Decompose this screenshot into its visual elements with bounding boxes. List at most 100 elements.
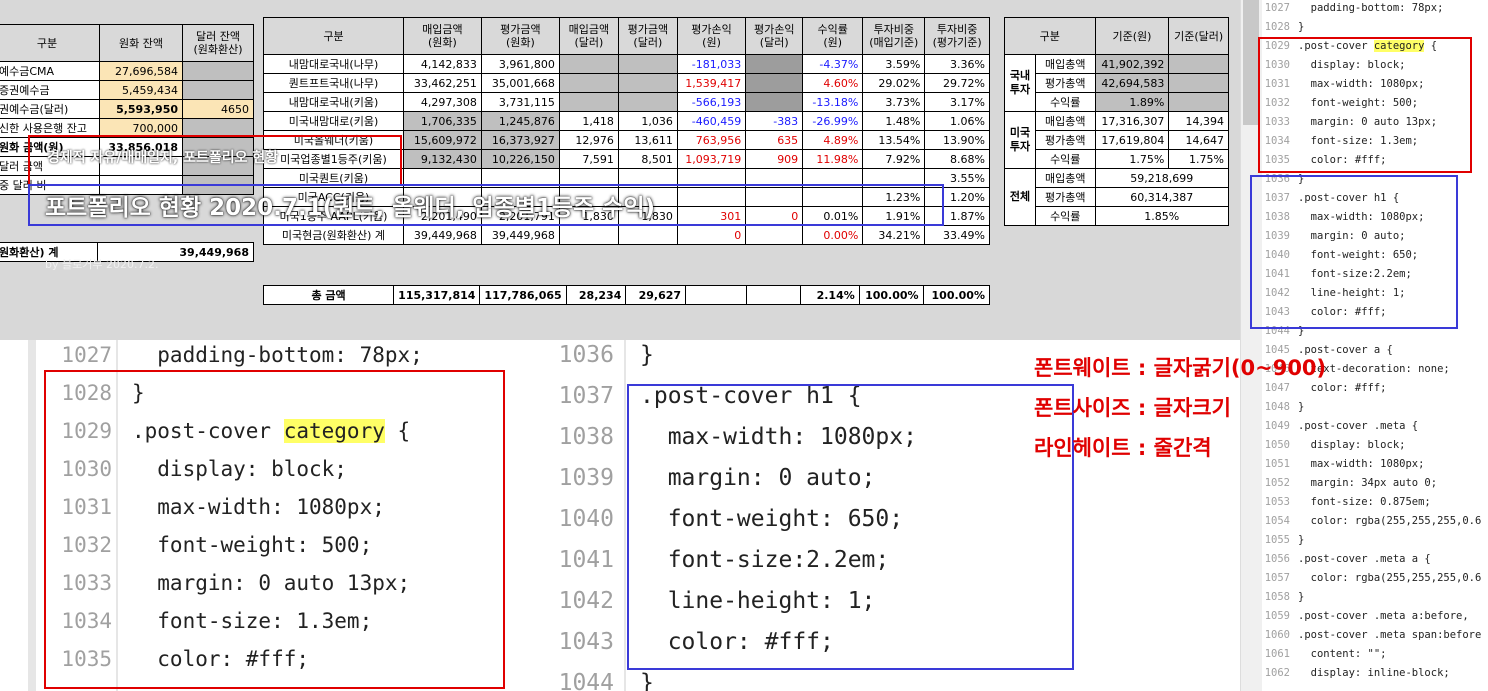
value-cell: 3.17% <box>924 92 990 112</box>
value-cell: 1.48% <box>862 111 926 131</box>
h1-code-annotation-small <box>1250 175 1458 329</box>
code-line: padding-bottom: 78px; <box>1298 2 1444 14</box>
value-cell <box>745 73 804 93</box>
group-label: 미국 투자 <box>1004 111 1036 169</box>
row-label: 미국현금(원화환산) 계 <box>263 225 404 245</box>
line-number: 1039 <box>558 465 614 491</box>
value-cell: 763,956 <box>676 130 747 150</box>
usd-value <box>1168 54 1229 74</box>
portfolio-total-table: 총 금액 115,317,814 117,786,065 28,234 29,627 2.… <box>262 285 991 305</box>
summary-table: 구분 기준(원) 기준(달러) 국내 투자 매입총액 41,902,392 평가총액 4… <box>1004 17 1230 226</box>
line-number: 1044 <box>558 670 614 691</box>
row-label: 예수금CMA <box>0 61 100 81</box>
table-row: 수익률 1.85% <box>1005 206 1230 226</box>
value-cell: 12,976 <box>558 130 619 150</box>
line-number: 1027 <box>61 343 112 367</box>
krw-balance: 5,593,950 <box>99 99 183 119</box>
row-label: 내맘대로국내(키움) <box>263 92 404 112</box>
value-cell: 4.60% <box>802 73 864 93</box>
group-label: 국내 투자 <box>1004 54 1036 112</box>
table-row: 국내 투자 매입총액 41,902,392 <box>1004 54 1229 112</box>
code-line: color: rgba(255,255,255,0.6 <box>1298 572 1482 584</box>
usd-value <box>1168 92 1229 112</box>
value-cell: 8.68% <box>924 149 990 169</box>
value-cell: 3,731,115 <box>480 92 560 112</box>
line-number: 1027 <box>1264 2 1290 14</box>
value-cell <box>558 73 619 93</box>
table-row: 평가총액 60,314,387 <box>1005 187 1230 207</box>
line-number: 1053 <box>1264 496 1290 508</box>
table-row: 수익률 1.89% <box>1005 92 1229 112</box>
code-line: margin: 34px auto 0; <box>1298 477 1438 489</box>
value-cell: 33.49% <box>924 225 990 245</box>
value-cell: -13.18% <box>802 92 864 112</box>
line-number: 1054 <box>1264 515 1290 527</box>
value-cell: 34.21% <box>862 225 926 245</box>
line-number: 1058 <box>1264 591 1290 603</box>
value-cell: 0 <box>676 225 747 245</box>
value-cell <box>558 92 619 112</box>
table-row: 증권예수금 5,459,434 <box>0 80 254 100</box>
krw-value: 1.75% <box>1094 149 1170 169</box>
post-title-text: 포트폴리오 현황 2020.7.1(퀀트, 올웨더, 업종별1등주 수익) <box>45 195 656 221</box>
line-number: 1062 <box>1264 667 1290 679</box>
group-label: 전체 <box>1004 168 1036 226</box>
total-value: 28,234 <box>565 285 627 305</box>
row-label: 매입총액 <box>1035 54 1096 74</box>
gutter-divider <box>624 340 626 691</box>
code-line: } <box>1298 591 1305 603</box>
line-number: 1055 <box>1264 534 1290 546</box>
row-label: 증권예수금 <box>0 80 100 100</box>
total-value: 2.14% <box>799 285 860 305</box>
value-cell: 1,245,876 <box>480 111 560 131</box>
header-cell: 매입금액 (달러) <box>558 17 619 55</box>
line-number: 1060 <box>1264 629 1290 641</box>
krw-value: 17,619,804 <box>1094 130 1170 150</box>
total-value: 115,317,814 <box>393 285 481 305</box>
value-cell: 3,961,800 <box>480 54 560 74</box>
line-number: 1047 <box>1264 382 1290 394</box>
row-label: 매입총액 <box>1035 168 1096 188</box>
value-cell: 1,418 <box>558 111 619 131</box>
table-row: 권예수금(달러) 5,593,950 4650 <box>0 99 254 119</box>
usd-balance <box>182 61 254 81</box>
krw-balance: 27,696,584 <box>99 61 183 81</box>
value-cell: 1,706,335 <box>402 111 482 131</box>
value-cell <box>617 73 678 93</box>
total-value <box>685 285 747 305</box>
value-cell: -26.99% <box>802 111 864 131</box>
value-cell: -566,193 <box>676 92 747 112</box>
line-number: 1037 <box>558 383 614 409</box>
total-value: 100.00% <box>858 285 924 305</box>
row-label: 미국내맘대로(키움) <box>263 111 404 131</box>
line-number: 1028 <box>1264 21 1290 33</box>
value-cell: 1,036 <box>617 111 678 131</box>
value-cell <box>617 92 678 112</box>
krw-value: 1.89% <box>1094 92 1170 112</box>
code-line: display: block; <box>1298 439 1406 451</box>
header-cell: 평가금액 (달러) <box>617 17 678 55</box>
header-cell: 투자비중 (매입기준) <box>862 17 926 55</box>
header-cell: 투자비중 (평가기준) <box>924 17 990 55</box>
value-cell: -181,033 <box>676 54 747 74</box>
code-line: } <box>640 670 654 691</box>
total-label: 총 금액 <box>262 285 395 305</box>
total-value: 117,786,065 <box>479 285 567 305</box>
usd-value: 14,647 <box>1168 130 1229 150</box>
value-cell: 909 <box>745 149 804 169</box>
code-line: .post-cover .meta { <box>1298 420 1419 432</box>
value-cell <box>745 92 804 112</box>
line-number: 1057 <box>1264 572 1290 584</box>
row-label: 평가총액 <box>1035 187 1096 207</box>
value-cell: 60,314,387 <box>1094 187 1230 207</box>
header-cell: 평가금액 (원화) <box>480 17 560 55</box>
value-cell: 0.00% <box>802 225 864 245</box>
category-code-annotation-small <box>1258 37 1472 173</box>
code-line: .post-cover .meta span:before <box>1298 629 1482 641</box>
line-number: 1050 <box>1264 439 1290 451</box>
scrollbar-thumb[interactable] <box>1243 0 1259 125</box>
usd-balance: 4650 <box>182 99 254 119</box>
spreadsheet-screenshot: 구분 원화 잔액 달러 잔액 (원화환산) 예수금CMA 27,696,584 증권… <box>0 0 1240 340</box>
row-label: 권예수금(달러) <box>0 99 100 119</box>
header-cell: 구분 <box>1004 17 1096 55</box>
